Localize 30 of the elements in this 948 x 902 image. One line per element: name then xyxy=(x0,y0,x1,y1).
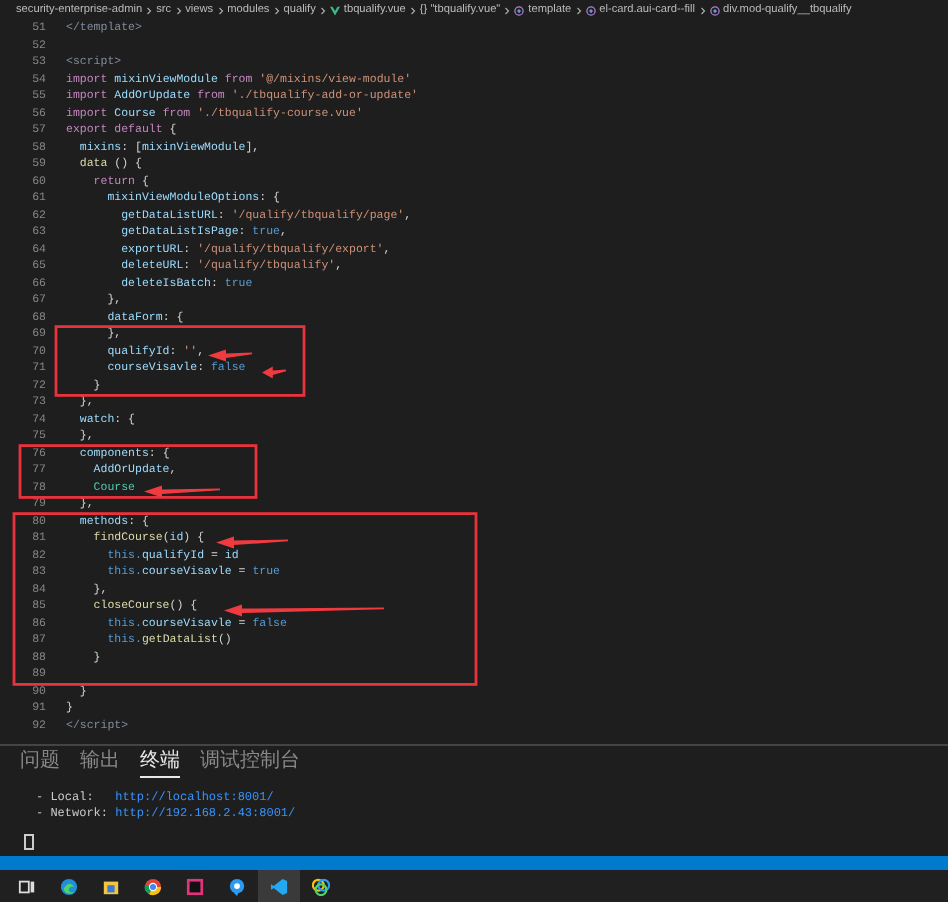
chat-icon xyxy=(228,877,246,895)
panel-tab[interactable]: 输出 xyxy=(80,746,120,778)
folder-icon xyxy=(102,877,120,895)
vue-icon xyxy=(329,5,340,15)
arrow xyxy=(216,536,288,549)
chevron-icon xyxy=(409,5,416,15)
arrow xyxy=(144,485,220,498)
arrow xyxy=(208,349,252,362)
code-editor-icon xyxy=(270,877,288,895)
task-view-icon xyxy=(18,877,36,895)
chevron-icon xyxy=(319,5,326,15)
arrow xyxy=(262,366,286,379)
cube-icon xyxy=(709,5,720,15)
panel-tab[interactable]: 调试控制台 xyxy=(200,746,300,778)
panel-tab[interactable]: 终端 xyxy=(140,746,180,778)
swirl-icon xyxy=(312,877,330,895)
cube-icon xyxy=(514,5,525,15)
panel-tab[interactable]: 问题 xyxy=(20,746,60,778)
chevron-icon xyxy=(217,5,224,15)
chevron-icon xyxy=(699,5,706,15)
chevron-icon xyxy=(273,5,280,15)
ide-icon xyxy=(186,877,204,895)
cube-icon xyxy=(585,5,596,15)
browser-icon xyxy=(60,877,78,895)
chevron-icon xyxy=(175,5,182,15)
chevron-icon xyxy=(146,5,153,15)
chrome-icon xyxy=(144,877,162,895)
terminal-cursor xyxy=(24,834,34,850)
chevron-icon xyxy=(575,5,582,15)
chevron-icon xyxy=(504,5,511,15)
